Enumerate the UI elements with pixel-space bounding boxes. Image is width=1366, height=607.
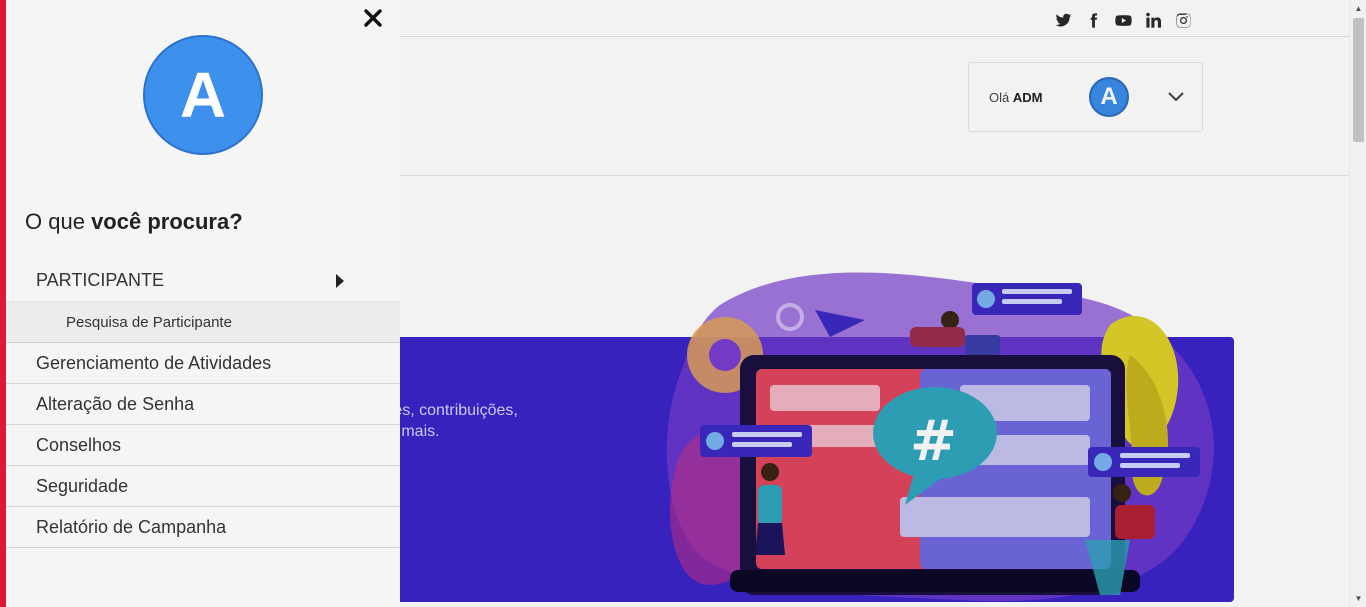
- scroll-down-arrow-icon[interactable]: ▼: [1350, 590, 1366, 607]
- drawer-title: O que você procura?: [25, 209, 243, 234]
- caret-right-icon: [336, 274, 344, 288]
- menu-item-label: PARTICIPANTE: [36, 270, 165, 290]
- menu-item-label: Conselhos: [36, 434, 122, 455]
- submenu-item-pesquisa-participante[interactable]: Pesquisa de Participante: [6, 301, 400, 343]
- drawer-menu: PARTICIPANTE Pesquisa de Participante Ge…: [6, 260, 400, 548]
- menu-item-seguridade[interactable]: Seguridade: [6, 466, 400, 507]
- menu-item-participante[interactable]: PARTICIPANTE: [6, 260, 400, 301]
- side-drawer: A O que você procura? PARTICIPANTE Pesqu…: [0, 0, 400, 607]
- menu-item-label: Seguridade: [36, 475, 129, 496]
- menu-item-label: Gerenciamento de Atividades: [36, 352, 272, 373]
- menu-item-relatorio-campanha[interactable]: Relatório de Campanha: [6, 507, 400, 548]
- menu-item-gerenciamento-atividades[interactable]: Gerenciamento de Atividades: [6, 343, 400, 384]
- page-scrollbar[interactable]: ▲ ▼: [1349, 0, 1366, 607]
- menu-item-alteracao-senha[interactable]: Alteração de Senha: [6, 384, 400, 425]
- menu-item-label: Relatório de Campanha: [36, 516, 227, 537]
- drawer-avatar: A: [143, 35, 263, 155]
- menu-item-conselhos[interactable]: Conselhos: [6, 425, 400, 466]
- scrollbar-thumb[interactable]: [1353, 18, 1364, 142]
- scroll-up-arrow-icon[interactable]: ▲: [1350, 0, 1366, 17]
- submenu-item-label: Pesquisa de Participante: [66, 313, 232, 331]
- menu-item-label: Alteração de Senha: [36, 393, 195, 414]
- close-icon[interactable]: [361, 6, 385, 30]
